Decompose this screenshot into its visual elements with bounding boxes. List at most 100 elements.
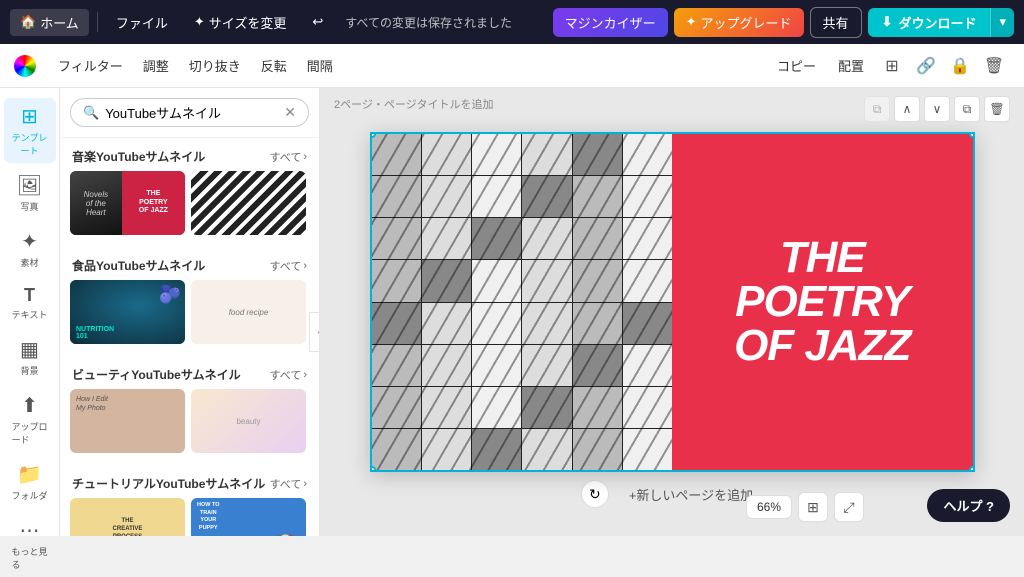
beauty-see-all[interactable]: すべて › [270,367,307,383]
share-button[interactable]: 共有 [810,7,862,38]
color-picker[interactable] [14,55,36,77]
food-see-all-label: すべて [270,258,302,274]
sidebar-item-bg[interactable]: ▦ 背景 [4,331,56,383]
zoom-level[interactable]: 66% [746,495,792,519]
canvas-bottom-controls: ↻ +新しいページを追加 [581,480,763,508]
sidebar-item-material[interactable]: ✦ 素材 [4,223,56,275]
download-arrow-button[interactable]: ▾ [990,8,1014,37]
fullscreen-button[interactable]: ⤢ [834,492,864,522]
sidebar-item-upload[interactable]: ⬆ アップロード [4,387,56,452]
home-button[interactable]: 🏠 ホーム [10,9,89,36]
adjust-button[interactable]: 調整 [133,51,179,80]
food-section-title: 食品YouTubeサムネイル [72,257,205,274]
page-delete-button[interactable]: 🗑 [984,96,1010,122]
search-input[interactable] [105,105,278,120]
tutorial-template-grid: THECREATIVEPROCESS HOW TOTRAINYOURPUPPY … [60,498,319,536]
sidebar-material-label: 素材 [20,256,38,269]
download-button[interactable]: ⬇ ダウンロード [868,8,991,37]
material-icon: ✦ [21,229,38,254]
tutorial-template-1[interactable]: THECREATIVEPROCESS [70,498,185,536]
page-copy-button[interactable]: ⧉ [864,96,890,122]
add-page-button[interactable]: +新しいページを追加 [619,481,763,508]
search-clear-button[interactable]: ✕ [284,104,296,121]
file-label: ファイル [116,13,168,32]
sidebar-text-label: テキスト [12,308,48,321]
resize-label: サイズを変更 [209,13,287,32]
music-section-title: 音楽YouTubeサムネイル [72,148,205,165]
page-down-button[interactable]: ∨ [924,96,950,122]
handle-bl[interactable] [370,466,376,472]
folder-icon: 📁 [17,462,42,487]
beauty-section-title: ビューティYouTubeサムネイル [72,366,241,383]
more-icon: ⋯ [20,518,40,543]
tutorial-section-title: チュートリアルYouTubeサムネイル [72,475,265,492]
refresh-button[interactable]: ↻ [581,480,609,508]
canvas-image-left [372,134,673,470]
toolbar2-right: コピー 配置 ⊞ 🔗 🔒 🗑 [767,50,1010,82]
link-icon-button[interactable]: 🔗 [910,50,942,82]
nav-divider [97,12,98,32]
copy-button[interactable]: コピー [767,51,826,80]
upgrade-button[interactable]: ✦ アップグレード [674,8,804,37]
music-template-2[interactable] [191,171,306,235]
lock-icon-button[interactable]: 🔒 [944,50,976,82]
sidebar-item-template[interactable]: ⊞ テンプレート [4,98,56,163]
sidebar-item-folder[interactable]: 📁 フォルダ [4,456,56,508]
resize-icon: ✦ [194,14,205,30]
sidebar-template-label: テンプレート [12,131,48,157]
tutorial-section-header: チュートリアルYouTubeサムネイル すべて › [60,465,319,498]
upgrade-icon: ✦ [686,14,697,30]
bg-icon: ▦ [20,337,39,362]
music-see-all[interactable]: すべて › [270,149,307,165]
chevron-right-icon4: › [303,478,307,490]
main-content: ⊞ テンプレート 🖼 写真 ✦ 素材 T テキスト ▦ 背景 ⬆ アップロード … [0,88,1024,536]
sidebar-item-text[interactable]: T テキスト [4,279,56,327]
upgrade-label: アップグレード [701,13,792,32]
sidebar-item-photo[interactable]: 🖼 写真 [4,167,56,219]
beauty-template-1[interactable]: How I EditMy Photo [70,389,185,453]
sidebar: ⊞ テンプレート 🖼 写真 ✦ 素材 T テキスト ▦ 背景 ⬆ アップロード … [0,88,60,536]
canvas-text-line2: POETRY [735,277,909,326]
canvas[interactable]: THE POETRY OF JAZZ [370,132,975,472]
crop-button[interactable]: 切り抜き [179,51,251,80]
home-label: ホーム [40,13,79,32]
page-duplicate-button[interactable]: ⧉ [954,96,980,122]
magicai-button[interactable]: マジンカイザー [553,8,668,37]
download-icon: ⬇ [882,14,893,30]
spacing-button[interactable]: 間隔 [297,51,343,80]
tutorial-template-2[interactable]: HOW TOTRAINYOURPUPPY 🐕 [191,498,306,536]
resize-button[interactable]: ✦ サイズを変更 [184,9,297,36]
sidebar-item-more[interactable]: ⋯ もっと見る [4,512,56,577]
music-template-1[interactable]: Novelsof theHeart THEPOETRYOF JAZZ [70,171,185,235]
delete-icon-button[interactable]: 🗑 [978,50,1010,82]
food-template-grid: NUTRITION101 🫐 food recipe [60,280,319,356]
grid-icon-button[interactable]: ⊞ [876,50,908,82]
handle-br[interactable] [969,466,975,472]
sidebar-more-label: もっと見る [12,545,48,571]
filter-button[interactable]: フィルター [48,51,133,80]
flip-button[interactable]: 反転 [251,51,297,80]
undo-button[interactable]: ↩ [302,10,333,34]
beauty-template-2[interactable]: beauty [191,389,306,453]
upload-icon: ⬆ [21,393,38,418]
food-template-1[interactable]: NUTRITION101 🫐 [70,280,185,344]
save-status: すべての変更は保存されました [345,14,546,31]
tutorial-see-all[interactable]: すべて › [270,476,307,492]
page-up-button[interactable]: ∧ [894,96,920,122]
sidebar-photo-label: 写真 [20,200,38,213]
bw-grid [372,134,673,470]
canvas-text-block: THE POETRY OF JAZZ [672,134,973,470]
chevron-right-icon2: › [303,260,307,272]
template-icon: ⊞ [21,104,38,129]
file-button[interactable]: ファイル [106,9,178,36]
sidebar-upload-label: アップロード [12,420,48,446]
search-icon: 🔍 [83,105,99,121]
food-template-2[interactable]: food recipe [191,280,306,344]
help-button[interactable]: ヘルプ ? [927,489,1010,522]
chevron-right-icon: › [303,151,307,163]
grid-view-button[interactable]: ⊞ [798,492,828,522]
canvas-text-line3: OF JAZZ [734,321,910,370]
panel-collapse-button[interactable]: ‹ [309,312,320,352]
food-see-all[interactable]: すべて › [270,258,307,274]
arrange-button[interactable]: 配置 [828,51,874,80]
